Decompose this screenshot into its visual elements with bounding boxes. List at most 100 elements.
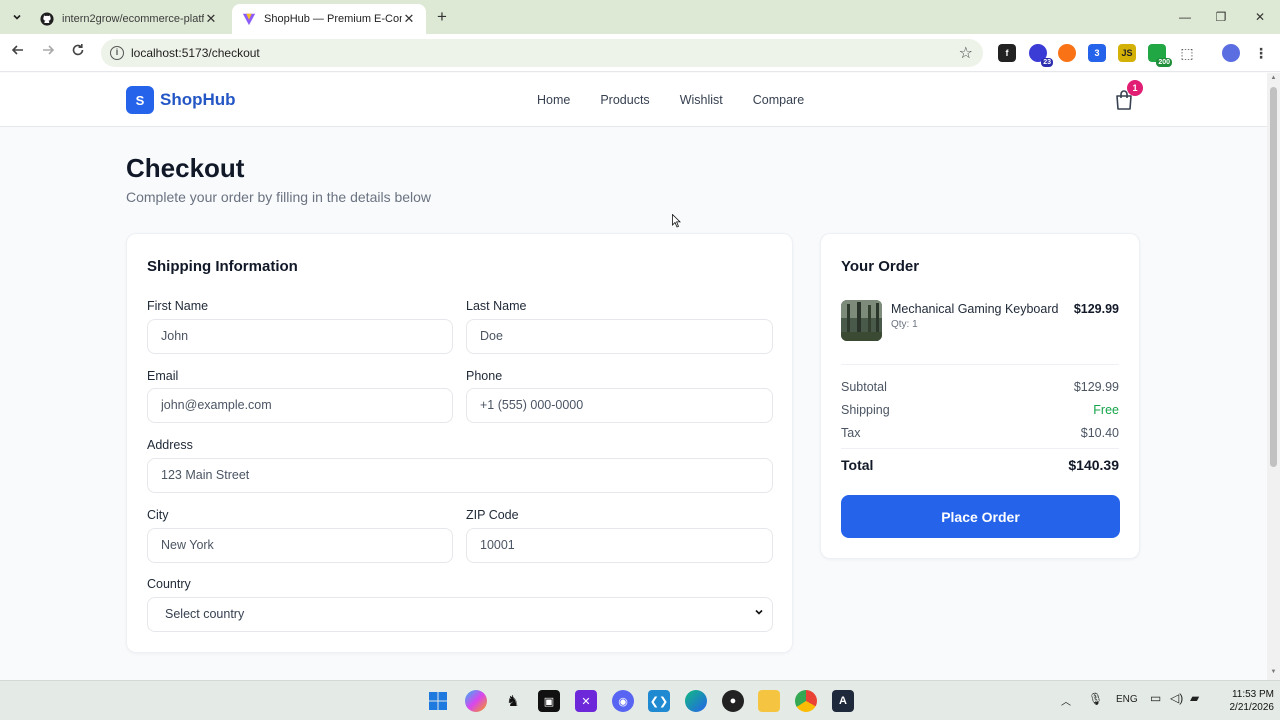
chrome-icon[interactable] bbox=[795, 690, 817, 712]
microphone-icon[interactable]: 🎙 bbox=[1088, 692, 1103, 706]
phone-field[interactable] bbox=[466, 388, 773, 423]
extension-counter-icon[interactable]: 200 bbox=[1148, 44, 1172, 67]
vite-icon bbox=[242, 12, 256, 26]
capcut-icon[interactable]: ▣ bbox=[538, 690, 560, 712]
phone-label: Phone bbox=[466, 369, 503, 383]
shipping-cost-label: Shipping bbox=[841, 403, 890, 417]
extension-a-icon[interactable]: 23 bbox=[1029, 44, 1053, 67]
order-item-price: $129.99 bbox=[1073, 302, 1119, 316]
scroll-down-arrow[interactable]: ▼ bbox=[1270, 669, 1277, 675]
new-tab-button[interactable]: + bbox=[432, 7, 452, 27]
tab-github[interactable]: intern2grow/ecommerce-platfo ✕ bbox=[30, 4, 228, 34]
forward-button[interactable] bbox=[37, 42, 59, 64]
scrollbar-thumb[interactable] bbox=[1270, 87, 1277, 467]
battery-icon[interactable]: ▰ bbox=[1190, 691, 1199, 705]
close-icon[interactable]: ✕ bbox=[402, 11, 416, 27]
profile-avatar[interactable] bbox=[1222, 44, 1240, 62]
email-label: Email bbox=[147, 369, 179, 383]
nav-compare[interactable]: Compare bbox=[753, 93, 804, 107]
minimize-button[interactable]: — bbox=[1170, 6, 1200, 28]
site-info-icon[interactable]: i bbox=[110, 46, 124, 60]
browser-menu-icon[interactable]: ⋮ bbox=[1252, 44, 1270, 62]
windows-taskbar: ♞ ▣ ✕ ◉ ❮❯ ● A ︿ 🎙 ENG ▭ ◁) ▰ 11:53 PM 2… bbox=[0, 680, 1280, 720]
place-order-button[interactable]: Place Order bbox=[841, 495, 1120, 538]
language-indicator[interactable]: ENG bbox=[1116, 694, 1138, 705]
reload-button[interactable] bbox=[67, 42, 89, 64]
nav-products[interactable]: Products bbox=[600, 93, 649, 107]
bookmark-star-icon[interactable]: ☆ bbox=[959, 43, 973, 63]
page-scrollbar[interactable]: ▲ ▼ bbox=[1267, 73, 1280, 680]
windows-start-icon[interactable] bbox=[427, 690, 449, 712]
product-thumbnail bbox=[841, 300, 882, 341]
network-icon[interactable]: ▭ bbox=[1150, 691, 1161, 705]
zip-label: ZIP Code bbox=[466, 508, 519, 522]
back-button[interactable] bbox=[7, 42, 29, 64]
email-field[interactable] bbox=[147, 388, 453, 423]
url-text[interactable]: localhost:5173/checkout bbox=[131, 46, 260, 60]
close-window-button[interactable]: ✕ bbox=[1245, 6, 1275, 28]
email-input[interactable] bbox=[161, 398, 435, 412]
logo-mark[interactable]: S bbox=[126, 86, 154, 114]
arrow-right-icon bbox=[43, 45, 55, 55]
chevron-up-icon[interactable]: ︿ bbox=[1061, 693, 1071, 708]
copilot-icon[interactable] bbox=[465, 690, 487, 712]
page-title: Checkout bbox=[126, 153, 245, 183]
file-explorer-icon[interactable] bbox=[758, 690, 780, 712]
scroll-up-arrow[interactable]: ▲ bbox=[1270, 75, 1277, 81]
vscode-icon[interactable]: ❮❯ bbox=[648, 690, 670, 712]
country-select[interactable]: Select country bbox=[147, 597, 773, 632]
site-header: S ShopHub Home Products Wishlist Compare… bbox=[0, 73, 1267, 127]
restore-button[interactable]: ❐ bbox=[1206, 6, 1236, 28]
volume-icon[interactable]: ◁) bbox=[1170, 691, 1183, 705]
reload-icon bbox=[72, 44, 84, 56]
extension-f-icon[interactable]: f bbox=[998, 44, 1016, 62]
browser-tab-bar: intern2grow/ecommerce-platfo ✕ ShopHub —… bbox=[0, 0, 1280, 34]
last-name-field[interactable] bbox=[466, 319, 773, 354]
subtotal-value: $129.99 bbox=[1073, 380, 1119, 394]
address-bar[interactable]: i localhost:5173/checkout ☆ bbox=[101, 39, 983, 67]
shipping-cost-value: Free bbox=[1093, 403, 1119, 417]
divider bbox=[841, 364, 1119, 365]
nav-wishlist[interactable]: Wishlist bbox=[680, 93, 723, 107]
address-field[interactable] bbox=[147, 458, 773, 493]
tab-search-button[interactable] bbox=[6, 7, 28, 27]
phone-input[interactable] bbox=[480, 398, 755, 412]
terminal-icon[interactable]: A bbox=[832, 690, 854, 712]
page-subtitle: Complete your order by filling in the de… bbox=[126, 189, 432, 205]
order-summary-card: Your Order Mechanical Gaming Keyboard Qt… bbox=[820, 233, 1140, 559]
first-name-field[interactable] bbox=[147, 319, 453, 354]
zip-input[interactable] bbox=[480, 538, 755, 552]
extension-css-icon[interactable]: 3 bbox=[1088, 44, 1106, 62]
nav-home[interactable]: Home bbox=[537, 93, 570, 107]
close-icon[interactable]: ✕ bbox=[204, 11, 218, 27]
address-input[interactable] bbox=[161, 468, 723, 482]
first-name-label: First Name bbox=[147, 299, 209, 313]
obs-icon[interactable]: ● bbox=[722, 690, 744, 712]
extension-fox-icon[interactable] bbox=[1058, 44, 1076, 62]
tab-shophub[interactable]: ShopHub — Premium E-Comm ✕ bbox=[232, 4, 426, 34]
first-name-input[interactable] bbox=[161, 329, 435, 343]
last-name-input[interactable] bbox=[480, 329, 755, 343]
clock-time: 11:53 PM bbox=[1231, 689, 1274, 700]
extension-badge: 23 bbox=[1041, 58, 1053, 67]
extensions-puzzle-icon[interactable]: ⬚ bbox=[1178, 44, 1196, 62]
chevron-down-icon bbox=[13, 14, 21, 20]
tax-label: Tax bbox=[841, 426, 861, 440]
discord-icon[interactable]: ◉ bbox=[612, 690, 634, 712]
tax-value: $10.40 bbox=[1080, 426, 1119, 440]
page-viewport: S ShopHub Home Products Wishlist Compare… bbox=[0, 73, 1267, 680]
zip-field[interactable] bbox=[466, 528, 773, 563]
main-nav: Home Products Wishlist Compare bbox=[537, 93, 804, 107]
extension-js-icon[interactable]: JS bbox=[1118, 44, 1136, 62]
total-value: $140.39 bbox=[1068, 457, 1119, 473]
system-clock[interactable]: 11:53 PM 2/21/2026 bbox=[1212, 688, 1275, 714]
arrow-left-icon bbox=[11, 45, 23, 55]
chevron-down-icon[interactable] bbox=[754, 607, 764, 620]
edge-icon[interactable] bbox=[685, 690, 707, 712]
brand-name[interactable]: ShopHub bbox=[160, 90, 236, 110]
country-select-value[interactable]: Select country bbox=[165, 607, 727, 621]
city-input[interactable] bbox=[161, 538, 435, 552]
city-field[interactable] bbox=[147, 528, 453, 563]
x-app-icon[interactable]: ✕ bbox=[575, 690, 597, 712]
ollama-icon[interactable]: ♞ bbox=[502, 690, 524, 712]
